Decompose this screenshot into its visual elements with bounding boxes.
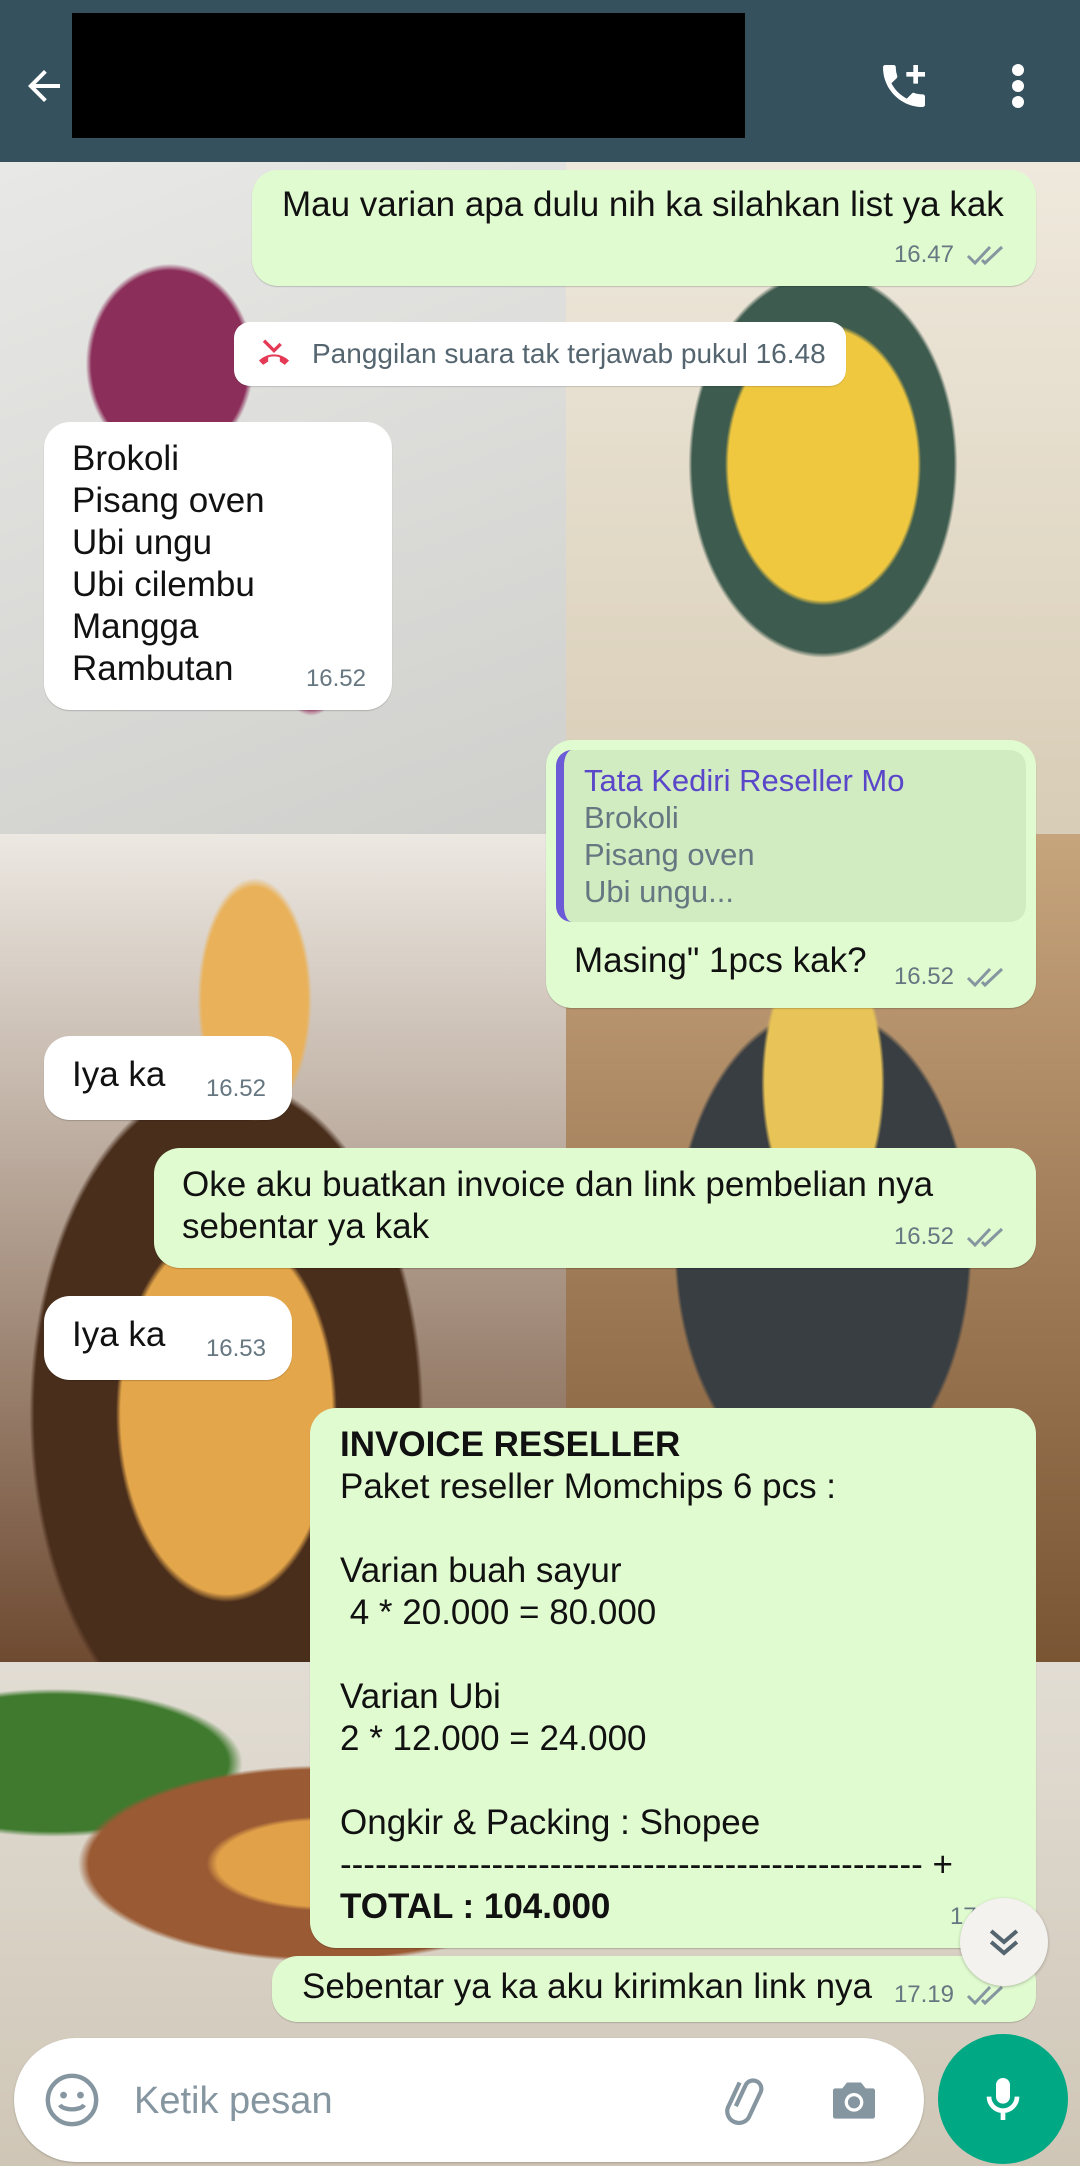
message-outgoing[interactable]: Oke aku buatkan invoice dan link pembeli…	[154, 1148, 1036, 1268]
message-outgoing[interactable]: Sebentar ya ka aku kirimkan link nya 17.…	[272, 1956, 1036, 2022]
quoted-sender: Tata Kediri Reseller Mo	[584, 763, 905, 798]
double-check-icon	[966, 245, 1004, 266]
message-text: Masing" 1pcs kak?	[574, 941, 867, 980]
arrow-back-icon	[28, 70, 60, 102]
message-text: Iya ka	[72, 1315, 166, 1354]
emoji-button[interactable]	[42, 2070, 102, 2130]
double-chevron-down-icon	[989, 1929, 1019, 1956]
chat-header	[0, 0, 1080, 162]
double-check-icon	[966, 1985, 1004, 2006]
invoice-title: INVOICE RESELLER	[340, 1425, 681, 1464]
add-call-button[interactable]	[872, 54, 936, 118]
message-text: Brokoli Pisang oven Ubi ungu Ubi cilembu…	[72, 439, 265, 688]
mic-icon	[986, 2078, 1020, 2120]
contact-name-redacted[interactable]	[72, 13, 745, 138]
message-meta: 16.53	[206, 1328, 266, 1370]
message-input[interactable]	[132, 2068, 696, 2134]
invoice-total: TOTAL : 104.000	[340, 1887, 611, 1926]
message-meta: 16.47	[894, 234, 1010, 276]
message-text: Mau varian apa dulu nih ka silahkan list…	[282, 185, 1004, 224]
message-text: Oke aku buatkan invoice dan link pembeli…	[182, 1165, 934, 1246]
message-time: 16.52	[893, 1223, 954, 1250]
message-meta: 16.52	[306, 658, 366, 700]
message-time: 16.53	[205, 1335, 266, 1362]
attach-button[interactable]	[714, 2068, 778, 2132]
emoji-icon	[45, 2073, 99, 2127]
message-incoming[interactable]: Iya ka 16.52	[44, 1036, 292, 1120]
message-meta: 16.52	[894, 956, 1010, 998]
message-time: 16.47	[893, 241, 954, 268]
quoted-text: Brokoli Pisang oven Ubi ungu...	[584, 800, 755, 909]
voice-record-button[interactable]	[938, 2034, 1068, 2164]
message-time: 16.52	[893, 963, 954, 990]
message-time: 16.52	[305, 665, 366, 692]
message-time: 17.19	[893, 1981, 954, 2008]
quoted-message[interactable]: Tata Kediri Reseller Mo Brokoli Pisang o…	[556, 750, 1026, 922]
missed-call-notice[interactable]: Panggilan suara tak terjawab pukul 16.48	[234, 322, 846, 386]
message-composer	[14, 2038, 924, 2162]
message-time: 16.52	[205, 1075, 266, 1102]
add-call-icon	[883, 65, 925, 107]
back-button[interactable]	[14, 56, 74, 116]
double-check-icon	[966, 1227, 1004, 1248]
camera-icon	[833, 2082, 875, 2119]
paperclip-icon	[725, 2078, 764, 2126]
message-meta: 16.52	[206, 1068, 266, 1110]
scroll-to-bottom-button[interactable]	[960, 1898, 1048, 1986]
more-options-button[interactable]	[996, 54, 1040, 118]
message-outgoing-invoice[interactable]: INVOICE RESELLER Paket reseller Momchips…	[310, 1408, 1036, 1948]
message-text: Iya ka	[72, 1055, 166, 1094]
message-incoming[interactable]: Iya ka 16.53	[44, 1296, 292, 1380]
camera-button[interactable]	[822, 2068, 886, 2132]
more-vert-icon	[1012, 64, 1024, 108]
missed-call-text: Panggilan suara tak terjawab pukul 16.48	[312, 338, 826, 369]
message-text: Paket reseller Momchips 6 pcs : Varian b…	[340, 1467, 953, 1884]
message-text: Sebentar ya ka aku kirimkan link nya	[302, 1967, 872, 2006]
message-meta: 16.52	[894, 1216, 1010, 1258]
message-outgoing-reply[interactable]: Tata Kediri Reseller Mo Brokoli Pisang o…	[546, 740, 1036, 1008]
message-incoming[interactable]: Brokoli Pisang oven Ubi ungu Ubi cilembu…	[44, 422, 392, 710]
message-outgoing[interactable]: Mau varian apa dulu nih ka silahkan list…	[252, 170, 1036, 286]
missed-call-icon	[259, 339, 289, 365]
double-check-icon	[966, 967, 1004, 988]
